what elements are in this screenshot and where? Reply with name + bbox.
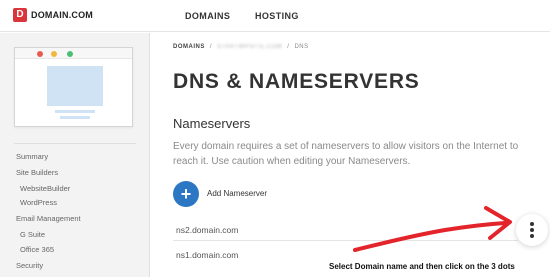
instruction-caption: Select Domain name and then click on the… [329, 262, 515, 271]
red-arrow-icon [353, 206, 512, 252]
dot-icon [530, 222, 534, 226]
dot-icon [530, 228, 534, 232]
dot-icon [530, 234, 534, 238]
arrow-shaft [353, 221, 507, 252]
three-dots-menu-button[interactable] [516, 214, 548, 246]
